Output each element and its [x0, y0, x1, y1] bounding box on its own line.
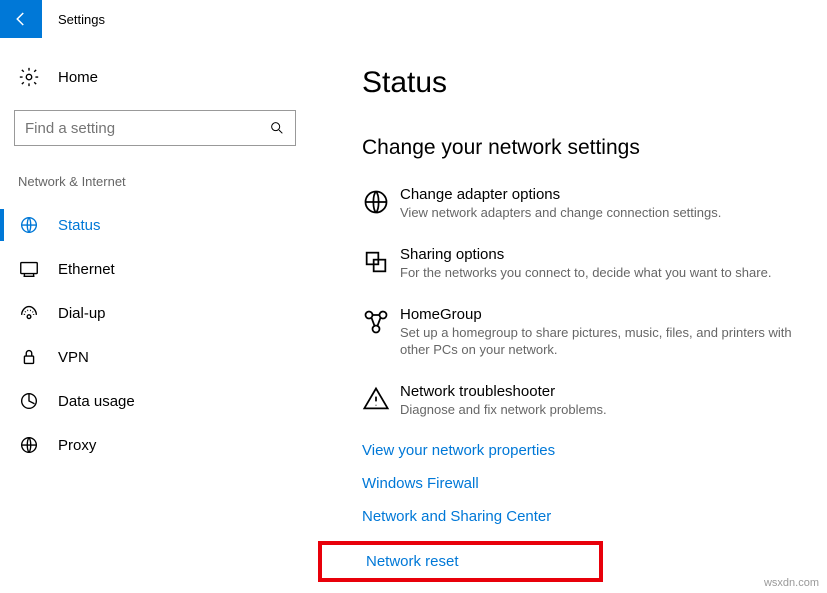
setting-title: Network troubleshooter [400, 383, 807, 400]
setting-sharing-options[interactable]: Sharing options For the networks you con… [362, 246, 807, 282]
section-title: Change your network settings [362, 136, 807, 160]
back-button[interactable] [0, 0, 42, 38]
status-icon [18, 214, 40, 236]
sidebar: Home Network & Internet Status Ethernet [0, 38, 310, 582]
page-title: Status [362, 66, 807, 100]
link-windows-firewall[interactable]: Windows Firewall [362, 475, 807, 492]
setting-homegroup[interactable]: HomeGroup Set up a homegroup to share pi… [362, 306, 807, 359]
sidebar-item-proxy[interactable]: Proxy [14, 423, 296, 467]
setting-title: Sharing options [400, 246, 807, 263]
sidebar-item-label: Proxy [58, 437, 96, 454]
ethernet-icon [18, 258, 40, 280]
sidebar-item-dialup[interactable]: Dial-up [14, 291, 296, 335]
search-box[interactable] [14, 110, 296, 146]
search-input[interactable] [25, 120, 269, 137]
warning-icon [362, 385, 390, 413]
sidebar-item-label: Dial-up [58, 305, 106, 322]
setting-desc: For the networks you connect to, decide … [400, 265, 807, 282]
setting-desc: Diagnose and fix network problems. [400, 402, 807, 419]
setting-title: HomeGroup [400, 306, 807, 323]
category-header: Network & Internet [14, 174, 296, 189]
data-usage-icon [18, 390, 40, 412]
search-icon [269, 120, 285, 136]
link-network-sharing-center[interactable]: Network and Sharing Center [362, 508, 807, 525]
sidebar-item-label: Data usage [58, 393, 135, 410]
sidebar-item-ethernet[interactable]: Ethernet [14, 247, 296, 291]
setting-adapter-options[interactable]: Change adapter options View network adap… [362, 186, 807, 222]
link-network-reset[interactable]: Network reset [366, 553, 459, 570]
proxy-icon [18, 434, 40, 456]
header-title: Settings [58, 12, 105, 27]
header-bar: Settings [0, 0, 827, 38]
setting-title: Change adapter options [400, 186, 807, 203]
sidebar-item-status[interactable]: Status [14, 203, 296, 247]
sidebar-item-datausage[interactable]: Data usage [14, 379, 296, 423]
link-list: View your network properties Windows Fir… [362, 442, 807, 582]
gear-icon [18, 66, 40, 88]
sidebar-item-vpn[interactable]: VPN [14, 335, 296, 379]
sharing-icon [362, 248, 390, 276]
setting-troubleshooter[interactable]: Network troubleshooter Diagnose and fix … [362, 383, 807, 419]
homegroup-icon [362, 308, 390, 336]
globe-icon [362, 188, 390, 216]
home-button[interactable]: Home [14, 58, 296, 96]
dialup-icon [18, 302, 40, 324]
setting-desc: Set up a homegroup to share pictures, mu… [400, 325, 807, 359]
vpn-icon [18, 346, 40, 368]
home-label: Home [58, 69, 98, 86]
setting-desc: View network adapters and change connect… [400, 205, 807, 222]
sidebar-item-label: Status [58, 217, 101, 234]
sidebar-item-label: VPN [58, 349, 89, 366]
sidebar-item-label: Ethernet [58, 261, 115, 278]
highlight-box: Network reset [318, 541, 603, 582]
watermark: wsxdn.com [764, 577, 819, 589]
main-content: Status Change your network settings Chan… [310, 38, 827, 582]
link-network-properties[interactable]: View your network properties [362, 442, 807, 459]
arrow-left-icon [12, 10, 30, 28]
